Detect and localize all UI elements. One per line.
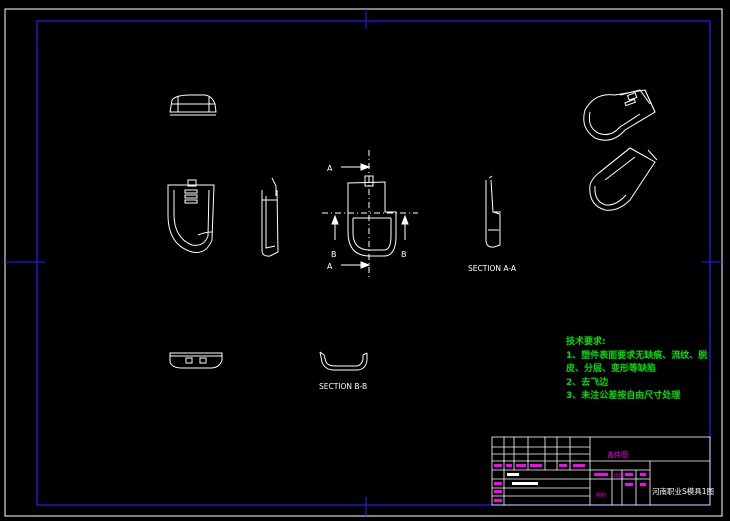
- notes-line-3: 2、去飞边: [566, 377, 609, 388]
- title-material-label: 材料: [596, 492, 606, 499]
- section-aa-caption: SECTION A-A: [468, 264, 517, 273]
- view-front: [167, 179, 215, 253]
- notes-heading: 技术要求:: [566, 337, 606, 347]
- notes-line-4: 3、未注公差按自由尺寸处理: [566, 391, 681, 401]
- section-label-a-top: A: [327, 164, 333, 173]
- view-section-aa: [485, 175, 501, 248]
- title-drawing-name: 河南职业S模具1图: [652, 486, 714, 496]
- view-top: [169, 94, 217, 116]
- view-side: [261, 177, 279, 257]
- cad-drawing-canvas: A A B B SECTION A-A SECTION B-B 盖件图 河南职业…: [4, 8, 723, 517]
- view-section-bb: [319, 351, 368, 371]
- view-center: [347, 175, 397, 257]
- section-bb-caption: SECTION B-B: [319, 382, 367, 391]
- title-scale-label: 比例: [614, 472, 624, 479]
- section-label-a-bottom: A: [327, 262, 333, 271]
- title-part-name: 盖件图: [607, 450, 628, 459]
- view-bottom: [169, 352, 223, 369]
- section-label-b-right: B: [401, 250, 407, 259]
- drawing-frame: [36, 20, 711, 506]
- notes-line-1: 1、塑件表面要求无缺痕、流纹、脱: [566, 350, 708, 361]
- view-isometric-1: [583, 89, 656, 141]
- section-label-b-left: B: [331, 250, 337, 259]
- view-isometric-2: [589, 147, 658, 211]
- technical-requirements: 技术要求: 1、塑件表面要求无缺痕、流纹、脱 皮、分层、变形等缺陷 2、去飞边 …: [566, 336, 707, 404]
- notes-line-2: 皮、分层、变形等缺陷: [566, 364, 657, 374]
